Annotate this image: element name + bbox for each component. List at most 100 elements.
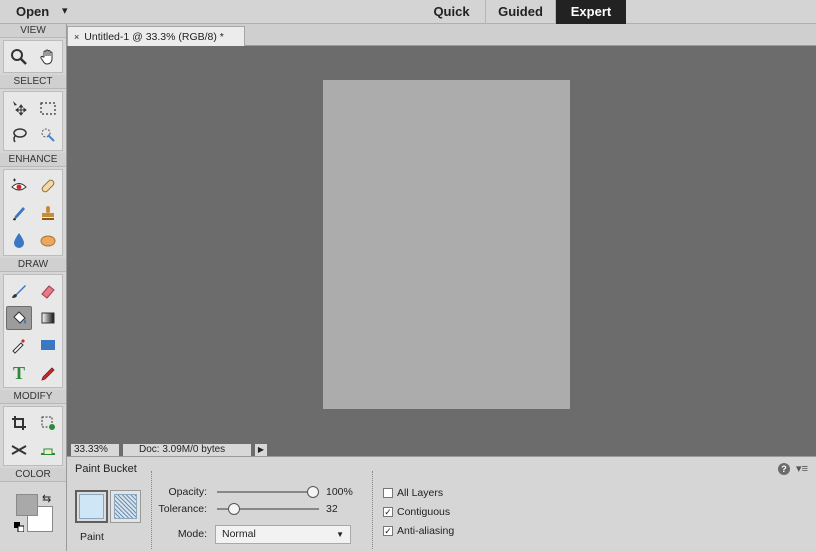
lasso-tool[interactable] [6,123,32,147]
blend-mode-value: Normal [222,528,256,540]
document-tab[interactable]: × Untitled-1 @ 33.3% (RGB/8) * [67,26,245,46]
default-colors-icon[interactable] [14,522,24,532]
tool-group-select [3,91,63,151]
brush-tool[interactable] [6,279,32,303]
crop-icon [11,415,26,430]
contiguous-label: Contiguous [397,506,451,518]
pencil-tool[interactable] [35,360,61,384]
text-t-icon: T [13,363,25,381]
paint-label: Paint [80,531,104,543]
shape-tool[interactable] [35,333,61,357]
tab-guided[interactable]: Guided [486,0,556,24]
tab-expert[interactable]: Expert [556,0,626,24]
gradient-icon [41,312,54,323]
help-icon[interactable]: ? [778,463,791,475]
swap-colors-icon[interactable]: ⇆ [42,492,51,505]
tolerance-slider[interactable] [217,503,319,515]
tab-quick[interactable]: Quick [418,0,486,24]
all-layers-label: All Layers [397,487,444,499]
section-label-draw: DRAW [0,258,66,272]
red-eye-tool[interactable] [6,174,32,198]
divider [372,471,373,549]
tool-options-title: Paint Bucket [75,463,137,475]
tool-group-modify [3,406,63,466]
brush-icon [11,284,26,298]
section-label-modify: MODIFY [0,390,66,404]
tool-group-draw: T [3,274,63,388]
mode-label: Mode: [177,528,207,540]
recompose-icon [41,416,55,430]
tool-group-enhance [3,169,63,256]
opacity-value[interactable]: 100% [326,486,353,498]
paint-fill-mode-button[interactable] [75,490,108,523]
magnifier-icon [10,48,27,65]
document-size-info: Doc: 3.09M/0 bytes [123,444,251,456]
eraser-tool[interactable] [35,279,61,303]
tool-group-view [3,40,63,73]
opacity-slider-handle[interactable] [307,486,319,498]
contiguous-option[interactable]: ✓ Contiguous [383,505,450,519]
anti-aliasing-checkbox[interactable]: ✓ [383,526,393,536]
all-layers-checkbox[interactable] [383,488,393,498]
tolerance-value[interactable]: 32 [326,503,338,515]
section-label-select: SELECT [0,75,66,89]
straighten-icon [40,448,55,455]
top-menu-bar: Open ▾ Quick Guided Expert [0,0,816,24]
document-canvas[interactable] [323,80,570,409]
gradient-tool[interactable] [35,306,61,330]
canvas-workspace[interactable] [67,46,816,444]
crossed-arrows-icon [11,444,26,455]
opacity-slider[interactable] [217,486,319,498]
tolerance-slider-handle[interactable] [228,503,240,515]
type-tool[interactable]: T [6,360,32,384]
zoom-tool[interactable] [6,45,32,69]
all-layers-option[interactable]: All Layers [383,486,443,500]
svg-text:T: T [13,363,25,381]
quick-selection-tool[interactable] [35,123,61,147]
pattern-fill-mode-button[interactable] [110,490,141,523]
clone-stamp-tool[interactable] [35,201,61,225]
sponge-tool[interactable] [35,228,61,252]
blend-mode-select[interactable]: Normal ▼ [215,525,351,544]
anti-aliasing-label: Anti-aliasing [397,525,455,537]
recompose-tool[interactable] [35,411,61,435]
eyedropper-tool[interactable] [6,333,32,357]
contiguous-checkbox[interactable]: ✓ [383,507,393,517]
crop-tool[interactable] [6,411,32,435]
paint-bucket-tool[interactable] [5,305,32,330]
document-tab-title: Untitled-1 @ 33.3% (RGB/8) * [84,31,224,43]
bandage-icon [41,179,54,192]
eyedropper-icon [11,338,25,354]
rectangular-marquee-icon [39,101,56,115]
zoom-level-field[interactable]: 33.33% [71,444,119,456]
tolerance-label: Tolerance: [158,503,207,515]
section-label-enhance: ENHANCE [0,153,66,167]
rectangle-shape-icon [40,339,55,350]
section-label-color: COLOR [0,468,66,482]
smart-brush-icon [12,206,25,220]
quick-selection-wand-icon [41,128,55,142]
panel-menu-icon[interactable]: ▾≡ [796,463,808,475]
hand-icon [39,49,52,65]
color-swatches: ⇆ [0,482,66,542]
anti-aliasing-option[interactable]: ✓ Anti-aliasing [383,524,454,538]
open-button[interactable]: Open [6,0,59,24]
status-bar: 33.33% Doc: 3.09M/0 bytes ▶ [67,444,816,456]
open-dropdown-arrow-icon[interactable]: ▾ [62,0,68,24]
move-tool[interactable] [6,96,32,120]
pencil-icon [40,366,55,381]
foreground-color-swatch[interactable] [16,494,38,516]
lasso-icon [12,127,27,142]
spot-healing-tool[interactable] [35,174,61,198]
marquee-tool[interactable] [35,96,61,120]
close-tab-icon[interactable]: × [74,32,79,42]
smart-brush-tool[interactable] [6,201,32,225]
hand-tool[interactable] [35,45,61,69]
status-menu-arrow-icon[interactable]: ▶ [255,444,267,456]
content-aware-move-tool[interactable] [6,438,32,462]
paint-bucket-icon [12,310,26,324]
straighten-tool[interactable] [35,438,61,462]
blur-tool[interactable] [6,228,32,252]
options-help-area: ? ▾≡ [778,462,808,475]
move-arrows-icon [12,100,27,116]
